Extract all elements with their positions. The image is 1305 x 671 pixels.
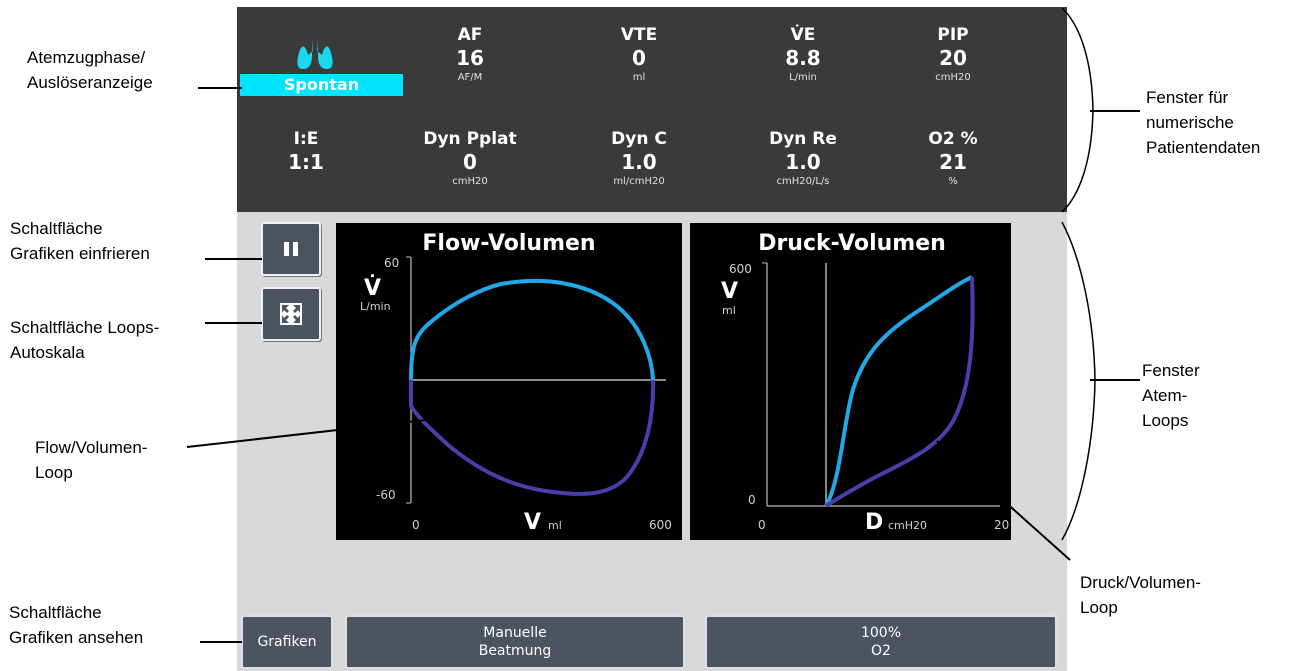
freeze-graphics-button[interactable]: [261, 222, 321, 276]
param-label: VTE: [620, 25, 658, 45]
view-graphics-button[interactable]: Grafiken: [241, 615, 333, 669]
param-unit: cmH20/L/s: [776, 176, 830, 187]
lungs-icon: [297, 39, 333, 69]
y-min-tick: -60: [376, 488, 396, 502]
pressure-volume-expiration-curve: [824, 276, 975, 508]
callout-phase-indicator: Atemzugphase/ Auslöseranzeige: [27, 48, 153, 92]
flow-volume-expiration-curve: [409, 379, 656, 496]
manual-ventilation-button[interactable]: Manuelle Beatmung: [345, 615, 685, 669]
param-label: O2 %: [928, 129, 978, 149]
param-unit: L/min: [789, 72, 817, 83]
param-unit: ml/cmH20: [613, 176, 665, 187]
x-min-tick: 0: [758, 518, 766, 532]
breath-phase-indicator: Spontan: [240, 74, 403, 96]
y-axis-symbol: V̇: [364, 275, 381, 301]
y-axis-symbol: V: [721, 279, 738, 304]
param-label: Dyn Pplat: [423, 129, 517, 149]
param-value: 16: [456, 46, 484, 70]
y-max-tick: 60: [384, 256, 399, 270]
param-value: 1.0: [785, 150, 821, 174]
param-value: 8.8: [785, 46, 821, 70]
param-value: 0: [463, 150, 477, 174]
param-unit: cmH20: [452, 176, 488, 187]
o2-100-label-line2: O2: [871, 643, 891, 659]
pause-icon: [284, 242, 298, 256]
param-unit: ml: [632, 72, 646, 83]
param-o2: O2 % 21 %: [878, 129, 1028, 189]
callout-flow-volume-loop: Flow/Volumen- Loop: [35, 438, 148, 482]
param-unit: cmH20: [935, 72, 971, 83]
param-label: I:E: [293, 129, 319, 149]
param-value: 20: [939, 46, 967, 70]
x-max-tick: 20: [994, 518, 1009, 532]
callout-autoscale-button: Schaltfläche Loops- Autoskala: [10, 318, 160, 362]
param-vte: VTE 0 ml: [564, 25, 714, 85]
callout-view-graphics-button: Schaltfläche Grafiken ansehen: [9, 603, 144, 647]
x-axis-symbol: D: [865, 510, 883, 535]
o2-100-label-line1: 100%: [860, 625, 902, 641]
o2-100-button[interactable]: 100% O2: [705, 615, 1057, 669]
param-value: 1:1: [288, 150, 324, 174]
param-dyn-re: Dyn Re 1.0 cmH20/L/s: [728, 129, 878, 189]
x-axis-symbol: V: [524, 510, 541, 535]
callout-freeze-button: Schaltfläche Grafiken einfrieren: [10, 219, 150, 263]
patient-data-panel: Spontan AF 16 AF/M VTE 0 ml V̇E 8.8 L/mi…: [237, 7, 1067, 212]
y-max-tick: 600: [729, 262, 752, 276]
pressure-volume-title: Druck-Volumen: [758, 231, 946, 256]
y-axis-unit: ml: [722, 304, 736, 317]
callout-loops-window: Fenster Atem- Loops: [1142, 361, 1200, 430]
param-dyn-c: Dyn C 1.0 ml/cmH20: [564, 129, 714, 189]
param-af: AF 16 AF/M: [395, 25, 545, 85]
manual-ventilation-label-line1: Manuelle: [483, 625, 547, 641]
autoscale-icon: [280, 303, 302, 325]
param-label: Dyn C: [611, 129, 667, 149]
manual-ventilation-label-line2: Beatmung: [478, 643, 552, 659]
param-label: AF: [457, 25, 483, 45]
y-min-tick: 0: [748, 493, 756, 507]
flow-volume-title: Flow-Volumen: [422, 231, 595, 256]
param-value: 1.0: [621, 150, 657, 174]
param-dyn-pplat: Dyn Pplat 0 cmH20: [395, 129, 545, 189]
flow-volume-inspiration-curve: [409, 278, 655, 381]
param-value: 21: [939, 150, 967, 174]
callout-patient-data-window: Fenster für numerische Patientendaten: [1146, 88, 1261, 157]
view-graphics-label: Grafiken: [257, 634, 317, 650]
pressure-volume-plot: Druck-Volumen 600 0 V ml 0 D cmH20 20: [690, 223, 1011, 540]
x-axis-unit: ml: [548, 519, 562, 532]
param-ve: V̇E 8.8 L/min: [728, 25, 878, 85]
param-unit: AF/M: [457, 72, 483, 83]
x-axis-unit: cmH20: [888, 519, 927, 532]
callout-pressure-volume-loop: Druck/Volumen- Loop: [1080, 573, 1201, 617]
param-pip: PIP 20 cmH20: [878, 25, 1028, 85]
x-max-tick: 600: [649, 518, 672, 532]
x-min-tick: 0: [412, 518, 420, 532]
param-label: PIP: [937, 25, 969, 45]
y-axis-unit: L/min: [360, 300, 391, 313]
param-value: 0: [632, 46, 646, 70]
param-unit: %: [948, 176, 958, 187]
param-label: V̇E: [790, 25, 816, 45]
pressure-volume-inspiration-curve: [824, 275, 973, 507]
flow-volume-plot: Flow-Volumen 60 -60 V̇ L/min 0 V ml 600: [336, 223, 682, 540]
ventilator-screen: Spontan AF 16 AF/M VTE 0 ml V̇E 8.8 L/mi…: [237, 7, 1067, 671]
param-label: Dyn Re: [769, 129, 837, 149]
autoscale-loops-button[interactable]: [261, 287, 321, 341]
param-ie: I:E 1:1: [237, 129, 381, 175]
